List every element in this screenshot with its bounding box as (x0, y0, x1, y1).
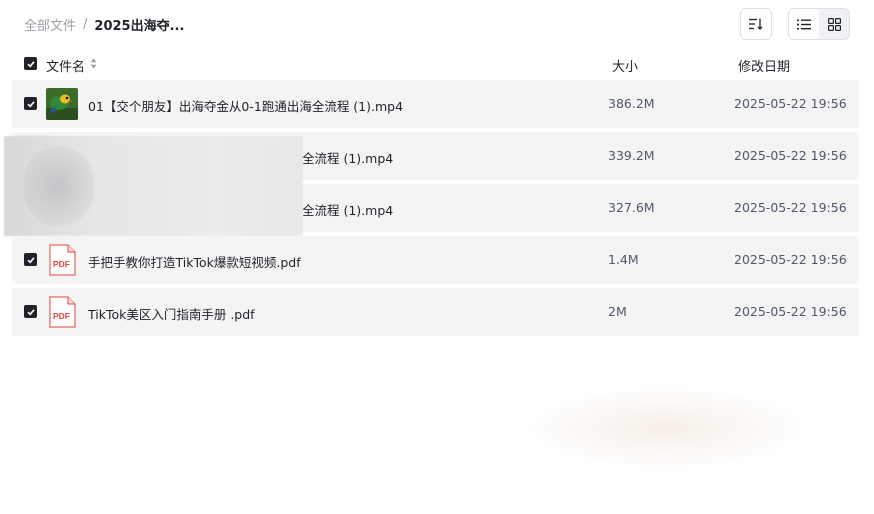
breadcrumb-current: 2025出海夺... (94, 18, 185, 34)
file-size: 386.2M (608, 96, 655, 111)
sort-icon (749, 18, 763, 30)
file-size: 2M (608, 304, 627, 319)
file-row[interactable]: 01【交个朋友】出海夺金从0-1跑通出海全流程 (1).mp4 386.2M 2… (12, 80, 859, 128)
file-size: 339.2M (608, 148, 655, 163)
pdf-file-icon: PDF (49, 296, 76, 328)
check-icon (26, 60, 35, 67)
pdf-label: PDF (53, 311, 70, 321)
check-icon (26, 100, 35, 107)
sort-button[interactable] (740, 8, 772, 40)
grid-view-button[interactable] (819, 9, 849, 39)
grid-view-icon (827, 17, 841, 31)
file-name[interactable]: 01【交个朋友】出海夺金从0-1跑通出海全流程 (1).mp4 (88, 96, 403, 115)
check-icon (26, 308, 35, 315)
column-header-date: 修改日期 (738, 60, 791, 75)
file-date: 2025-05-22 19:56 (734, 200, 847, 215)
column-header-size: 大小 (612, 60, 639, 75)
row-checkbox[interactable] (24, 97, 37, 110)
blurred-overlay (4, 136, 303, 236)
file-row[interactable]: PDF 手把手教你打造TikTok爆款短视频.pdf 1.4M 2025-05-… (12, 236, 859, 284)
pdf-file-icon: PDF (49, 244, 76, 276)
file-name[interactable]: 全流程 (1).mp4 (302, 148, 393, 167)
file-date: 2025-05-22 19:56 (734, 148, 847, 163)
file-name[interactable]: 手把手教你打造TikTok爆款短视频.pdf (88, 252, 301, 271)
row-checkbox[interactable] (24, 305, 37, 318)
decorative-glow (530, 388, 800, 468)
file-list-header: 文件名 大小 修改日期 (12, 50, 859, 78)
video-thumbnail (46, 88, 78, 120)
list-view-button[interactable] (789, 9, 819, 39)
file-date: 2025-05-22 19:56 (734, 304, 847, 319)
sort-toggle-icon[interactable] (90, 58, 97, 69)
file-name[interactable]: 全流程 (1).mp4 (302, 200, 393, 219)
pdf-label: PDF (53, 259, 70, 269)
file-size: 1.4M (608, 252, 639, 267)
view-toggle (788, 8, 850, 40)
breadcrumb: 全部文件 / 2025出海夺... (24, 15, 185, 34)
file-row[interactable]: PDF TikTok美区入门指南手册 .pdf 2M 2025-05-22 19… (12, 288, 859, 336)
select-all-checkbox[interactable] (24, 57, 37, 70)
breadcrumb-separator: / (83, 16, 88, 32)
file-size: 327.6M (608, 200, 655, 215)
file-date: 2025-05-22 19:56 (734, 252, 847, 267)
check-icon (26, 256, 35, 263)
row-checkbox[interactable] (24, 253, 37, 266)
column-header-name[interactable]: 文件名 (46, 56, 85, 75)
file-date: 2025-05-22 19:56 (734, 96, 847, 111)
list-view-icon (797, 19, 811, 29)
file-name[interactable]: TikTok美区入门指南手册 .pdf (88, 304, 255, 323)
top-bar: 全部文件 / 2025出海夺... (0, 0, 874, 48)
breadcrumb-root-link[interactable]: 全部文件 (24, 15, 76, 34)
